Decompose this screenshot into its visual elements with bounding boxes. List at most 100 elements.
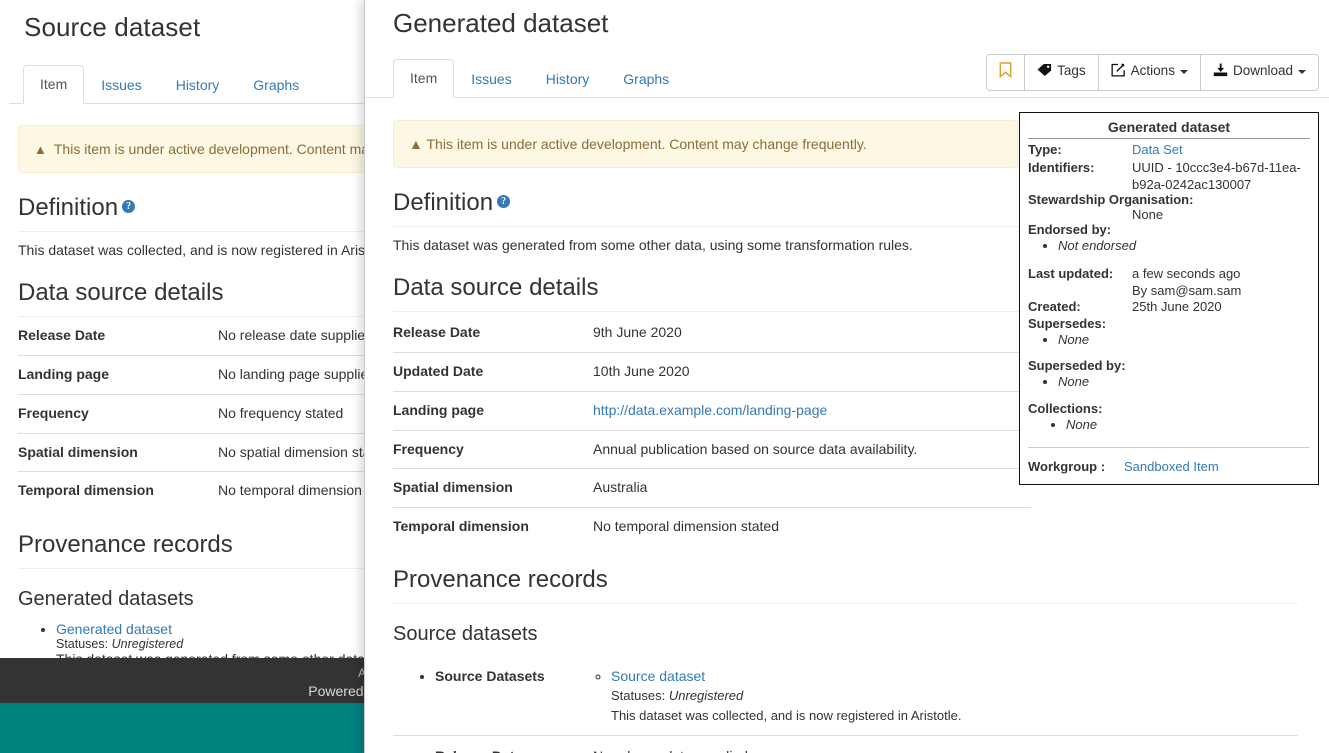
info-row-identifiers: Identifiers: UUID - 10ccc3e4-b67d-11ea-: [1028, 159, 1310, 177]
alert-text: This item is under active development. C…: [53, 140, 380, 157]
overlay-alert-text: This item is under active development. C…: [426, 135, 867, 152]
row-value: Australia: [593, 468, 1031, 508]
overlay-tab-graphs[interactable]: Graphs: [606, 60, 686, 98]
source-datasets-key: Source Datasets: [393, 656, 593, 736]
overlay-tab-history[interactable]: History: [529, 60, 607, 98]
row-value: No release date supplied: [218, 326, 373, 343]
tags-button[interactable]: Tags: [1024, 55, 1098, 90]
generated-dataset-link[interactable]: Generated dataset: [56, 621, 172, 637]
landing-page-link[interactable]: http://data.example.com/landing-page: [593, 402, 827, 418]
table-row: Temporal dimension No temporal dimension…: [393, 507, 1031, 547]
background-page: Source dataset Item Issues History Graph…: [0, 0, 380, 753]
divider: [1028, 447, 1310, 449]
row-key: Release Date: [18, 326, 106, 343]
list-item: Source dataset Statuses: Unregistered Th…: [611, 666, 1290, 725]
supersedes-list: None: [1028, 331, 1310, 350]
statuses-line: Statuses: Unregistered: [56, 637, 184, 652]
overlay-data-source-heading: Data source details: [393, 274, 1031, 312]
collections-list: None: [1028, 416, 1310, 435]
supersedes-value: None: [1058, 331, 1310, 350]
identifiers-value-line2: b92a-0242ac130007: [1132, 176, 1252, 192]
table-row: Temporal dimension No temporal dimension…: [18, 471, 380, 511]
download-button[interactable]: Download: [1199, 55, 1318, 90]
help-icon[interactable]: ?: [497, 194, 511, 208]
tag-icon: [1037, 63, 1052, 82]
source-datasets-bullet: Source Datasets: [413, 666, 585, 686]
overlay-definition-heading: Definition?: [393, 189, 1031, 227]
source-dataset-link[interactable]: Source dataset: [611, 668, 705, 684]
tab-issues[interactable]: Issues: [84, 66, 158, 104]
statuses-value: Unregistered: [111, 637, 184, 652]
row-key: Landing page: [18, 354, 218, 395]
statuses-value: Unregistered: [668, 688, 744, 704]
provenance-heading: Provenance records: [18, 531, 380, 570]
row-value: No temporal dimension stated: [218, 471, 380, 511]
source-datasets-subheading: Source datasets: [393, 623, 538, 646]
source-dataset-sublist: Source dataset Statuses: Unregistered Th…: [593, 666, 1290, 725]
overlay-data-source-table: Release Date 9th June 2020 Updated Date …: [393, 314, 1031, 547]
overlay-page-title: Generated dataset: [393, 8, 609, 38]
development-alert: ▲ This item is under active development. …: [18, 124, 380, 173]
endorsed-value: Not endorsed: [1058, 237, 1310, 256]
row-key: Spatial dimension: [393, 468, 593, 508]
generated-dataset-panel: Generated dataset Item Issues History Gr…: [364, 0, 1329, 753]
row-key: Temporal dimension: [393, 507, 593, 547]
source-description: This dataset was collected, and is now r…: [611, 707, 962, 723]
table-row: Release Date No release date supplied: [18, 317, 380, 355]
endorsed-list: Not endorsed: [1028, 237, 1310, 256]
bookmark-button[interactable]: [987, 55, 1025, 90]
actions-button[interactable]: Actions: [1097, 55, 1200, 90]
row-key: Frequency: [18, 393, 218, 433]
download-tray-icon: [1213, 63, 1228, 82]
info-box-title: Generated dataset: [1028, 119, 1310, 139]
row-key: Release Date: [393, 323, 481, 340]
collections-label: Collections:: [1028, 401, 1103, 417]
edit-square-icon: [1111, 63, 1126, 82]
row-value: No release date supplied: [593, 735, 1298, 753]
warning-triangle-icon: ▲: [34, 141, 47, 157]
info-row-created: Created: 25th June 2020: [1028, 298, 1310, 316]
collections-value: None: [1066, 416, 1310, 435]
type-value-link[interactable]: Data Set: [1132, 142, 1183, 157]
tab-graphs[interactable]: Graphs: [236, 66, 316, 104]
provenance-table: Source Datasets Source dataset Statuses:…: [393, 656, 1298, 753]
table-row: Source Datasets Source dataset Statuses:…: [393, 656, 1298, 736]
bookmark-icon: [999, 62, 1012, 81]
table-row: Spatial dimension No spatial dimension s…: [18, 432, 380, 472]
table-row: Updated Date 10th June 2020: [393, 351, 1031, 392]
chevron-down-icon: [1179, 69, 1188, 74]
tab-history[interactable]: History: [159, 66, 237, 104]
created-value: 25th June 2020: [1132, 298, 1222, 314]
chevron-down-icon: [1298, 69, 1306, 74]
last-updated-label: Last updated:: [1028, 265, 1114, 281]
identifiers-value-line1: UUID - 10ccc3e4-b67d-11ea-: [1132, 159, 1301, 175]
superseded-by-list: None: [1028, 373, 1310, 392]
help-icon[interactable]: ?: [122, 199, 136, 213]
overlay-provenance-heading: Provenance records: [393, 566, 1298, 605]
workgroup-value-link[interactable]: Sandboxed Item: [1124, 459, 1219, 474]
definition-heading: Definition?: [18, 194, 380, 232]
list-item: Source Datasets: [435, 666, 585, 686]
created-label: Created:: [1028, 298, 1081, 314]
tab-item[interactable]: Item: [23, 65, 85, 104]
row-key: Landing page: [393, 390, 593, 430]
workgroup-label: Workgroup :: [1028, 459, 1106, 475]
table-row: Landing page No landing page supplied: [18, 354, 380, 395]
row-key: Updated Date: [393, 351, 593, 392]
item-toolbar: Tags Actions Download: [986, 54, 1319, 91]
table-row: Spatial dimension Australia: [393, 468, 1031, 508]
overlay-tab-item[interactable]: Item: [393, 59, 455, 98]
overlay-tab-issues[interactable]: Issues: [454, 60, 528, 98]
supersedes-label: Supersedes:: [1028, 315, 1107, 331]
statuses-line: Statuses: Unregistered: [611, 688, 744, 704]
superseded-by-value: None: [1058, 373, 1310, 392]
background-tab-bar: Item Issues History Graphs: [9, 65, 380, 104]
row-value: 9th June 2020: [593, 323, 682, 340]
tags-label: Tags: [1057, 63, 1086, 79]
info-row-type: Type: Data Set: [1028, 141, 1310, 159]
row-value: No spatial dimension stated: [218, 432, 380, 472]
info-row-workgroup: Workgroup : Sandboxed Item: [1028, 458, 1310, 476]
overlay-development-alert: ▲ This item is under active development.…: [393, 119, 1018, 168]
row-value: 10th June 2020: [593, 351, 1031, 392]
